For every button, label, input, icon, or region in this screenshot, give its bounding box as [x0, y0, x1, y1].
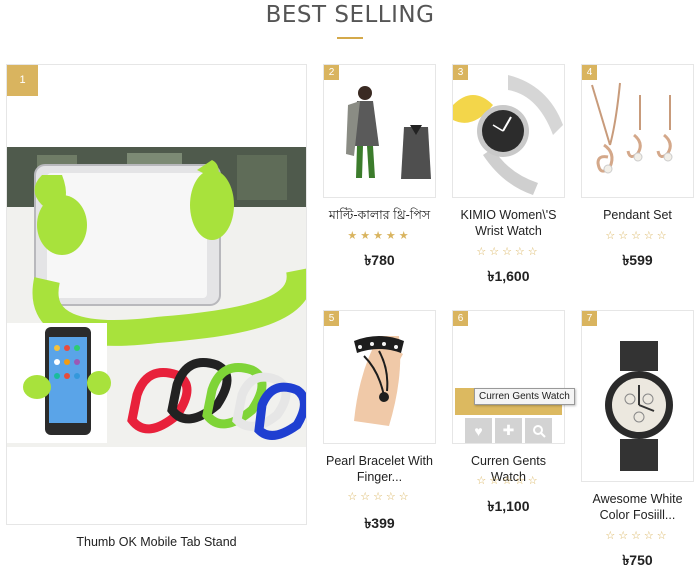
section-title: BEST SELLING — [265, 2, 435, 28]
three-piece-image — [346, 86, 431, 179]
product-price-6: ৳1,100 — [487, 498, 530, 514]
rank-badge: 6 — [453, 311, 468, 326]
product-card-5-image[interactable]: 5 — [323, 310, 436, 444]
product-name-4[interactable]: Pendant Set — [581, 207, 694, 223]
pendant-set-image — [591, 82, 673, 174]
women-watch-image — [453, 75, 563, 195]
plus-icon[interactable]: ✚ — [495, 418, 522, 443]
product-card-2-image[interactable]: 2 — [323, 64, 436, 198]
product-name-5[interactable]: Pearl Bracelet With Finger... — [323, 453, 436, 485]
rank-badge: 3 — [453, 65, 468, 80]
product-card-7-image[interactable]: 7 — [581, 310, 694, 482]
star-rating-5: ☆☆☆☆☆ — [347, 491, 412, 503]
star-rating-4: ☆☆☆☆☆ — [605, 230, 670, 242]
rank-badge: 5 — [324, 311, 339, 326]
heart-icon[interactable]: ♥ — [465, 418, 492, 443]
product-price-4: ৳599 — [622, 252, 653, 268]
rank-badge: 1 — [7, 65, 38, 96]
mobile-stand-image — [7, 147, 306, 447]
product-name-3[interactable]: KIMIO Women\'S Wrist Watch — [452, 207, 565, 239]
rank-badge: 7 — [582, 311, 597, 326]
rank-badge: 2 — [324, 65, 339, 80]
title-underline — [337, 37, 363, 39]
star-rating-2: ★★★★★ — [347, 230, 412, 242]
product-actions: ♥ ✚ — [465, 418, 552, 443]
product-name-7[interactable]: Awesome White Color Fosiill... — [581, 491, 694, 523]
product-card-3-image[interactable]: 3 — [452, 64, 565, 198]
star-rating-7: ☆☆☆☆☆ — [605, 530, 670, 542]
product-name-2[interactable]: মাল্টি-কালার থ্রি-পিস — [323, 207, 436, 223]
product-card-1-image[interactable]: 1 — [6, 64, 307, 525]
name-tooltip: Curren Gents Watch — [474, 388, 575, 405]
pearl-bracelet-image — [354, 336, 404, 426]
gents-watch-image — [605, 341, 673, 471]
product-price-7: ৳750 — [622, 552, 653, 565]
product-name-1[interactable]: Thumb OK Mobile Tab Stand — [6, 534, 307, 550]
star-rating-6: ☆☆☆☆☆ — [476, 475, 541, 487]
product-price-3: ৳1,600 — [487, 268, 530, 284]
star-rating-3: ☆☆☆☆☆ — [476, 246, 541, 258]
rank-badge: 4 — [582, 65, 597, 80]
product-price-5: ৳399 — [364, 515, 395, 531]
product-card-4-image[interactable]: 4 — [581, 64, 694, 198]
product-price-2: ৳780 — [364, 252, 395, 268]
search-icon[interactable] — [525, 418, 552, 443]
